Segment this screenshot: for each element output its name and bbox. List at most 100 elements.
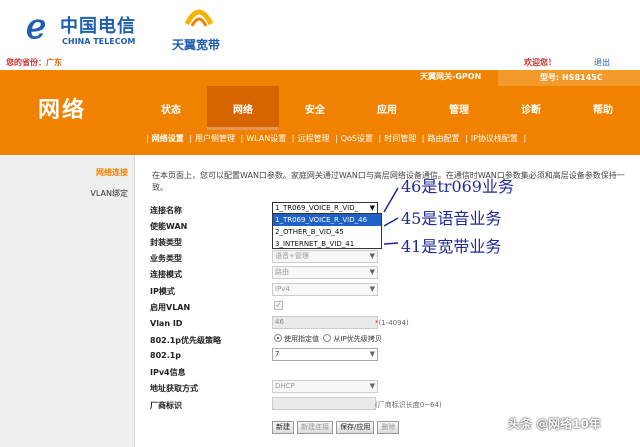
vlan-id-label: Vlan ID xyxy=(150,319,183,328)
connection-name-dropdown: 1_TR069_VOICE_R_VID_46 2_OTHER_B_VID_45 … xyxy=(272,213,382,249)
province-label: 您的省份： xyxy=(6,58,46,67)
subnav-separator: | xyxy=(146,134,149,143)
row-ipv4-info: IPv4信息 xyxy=(150,364,390,380)
new-button[interactable]: 新建 xyxy=(272,421,294,434)
sidebar-item-network-connection[interactable]: 网络连接 xyxy=(96,167,128,178)
row-8021p: 802.1p 7 ▼ xyxy=(150,348,390,364)
section-title: 网络 xyxy=(38,98,87,123)
row-service-type: 业务类型 语音+管理 ▼ xyxy=(150,250,390,266)
subnav-wlan[interactable]: WLAN设置 xyxy=(246,133,286,144)
vlan-id-hint: *(1-4094) xyxy=(375,319,409,327)
priority-policy-radios: 使用指定值 从IP优先级拷贝 xyxy=(274,334,382,344)
subnav-qos[interactable]: QoS设置 xyxy=(341,133,373,144)
delete-button[interactable]: 删除 xyxy=(377,421,400,434)
row-vlan-id: Vlan ID 46 xyxy=(150,316,390,332)
vendor-id-input[interactable] xyxy=(272,397,376,410)
radio-use-specified[interactable] xyxy=(274,334,282,342)
radio-copy-from-ip-label: 从IP优先级拷贝 xyxy=(333,335,382,343)
vendor-id-hint: (厂商标识长度0~64) xyxy=(375,401,442,409)
subnav-separator: | xyxy=(240,134,244,143)
dot1p-label: 802.1p xyxy=(150,351,182,360)
ip-mode-select[interactable]: IPv4 ▼ xyxy=(272,283,378,296)
radio-use-specified-label: 使用指定值 xyxy=(284,335,319,343)
chevron-down-icon: ▼ xyxy=(369,252,375,260)
tab-diagnosis[interactable]: 诊断 xyxy=(495,86,567,130)
tianyi-logo: 天翼宽带 xyxy=(170,6,230,52)
brand-en: CHINA TELECOM xyxy=(62,37,136,46)
vlan-id-input[interactable]: 46 xyxy=(272,316,378,329)
section-banner: 网络 xyxy=(0,70,135,155)
welcome-text: 欢迎您！ xyxy=(524,58,556,67)
encapsulation-label: 封装类型 xyxy=(150,238,182,247)
subnav-route[interactable]: 路由配置 xyxy=(428,133,460,144)
vlan-id-value: 46 xyxy=(275,318,284,326)
dot1p-select[interactable]: 7 ▼ xyxy=(272,348,378,361)
connection-mode-label: 连接模式 xyxy=(150,270,182,279)
tab-management[interactable]: 管理 xyxy=(423,86,495,130)
row-vendor-id: 厂商标识 xyxy=(150,397,390,413)
action-buttons: 新建 新建连接 保存/应用 删除 xyxy=(272,421,402,435)
tab-network[interactable]: 网络 xyxy=(207,86,279,130)
subnav-remote[interactable]: 远程管理 xyxy=(297,133,329,144)
model-label: 型号: HS8145C xyxy=(540,73,603,82)
ip-mode-value: IPv4 xyxy=(275,285,290,293)
enable-wan-label: 使能WAN xyxy=(150,222,188,231)
province-value: 广东 xyxy=(46,58,62,67)
subnav-separator: | xyxy=(465,134,468,143)
subnav-network-settings[interactable]: 网络设置 xyxy=(152,133,184,144)
province-info: 您的省份：广东 xyxy=(6,57,62,68)
ip-mode-label: IP模式 xyxy=(150,287,175,296)
subnav-separator: | xyxy=(335,134,338,143)
subnav-separator: | xyxy=(523,134,527,143)
connection-name-value: 1_TR069_VOICE_R_VID_ xyxy=(275,204,359,212)
tab-help[interactable]: 帮助 xyxy=(567,86,639,130)
subnav-ip-stack[interactable]: IP协议栈配置 xyxy=(471,133,518,144)
connection-mode-value: 路由 xyxy=(275,268,289,276)
dot1p-value: 7 xyxy=(275,350,280,358)
service-type-select[interactable]: 语音+管理 ▼ xyxy=(272,250,378,263)
address-mode-value: DHCP xyxy=(275,382,295,390)
chevron-down-icon: ▼ xyxy=(369,350,375,358)
tianyi-sun-icon xyxy=(184,9,214,27)
priority-policy-label: 802.1p优先级策略 xyxy=(150,336,222,345)
vlan-enable-checkbox[interactable]: ✓ xyxy=(274,301,283,310)
watermark: 头条 @网络10年 xyxy=(508,417,601,431)
page-intro: 在本页面上，您可以配置WAN口参数。家庭网关通过WAN口与高层网络设备通信。在通… xyxy=(152,171,625,192)
logout-link[interactable]: 退出 xyxy=(594,57,610,68)
tab-application[interactable]: 应用 xyxy=(351,86,423,130)
china-telecom-logo: ℯ 中国电信 CHINA TELECOM xyxy=(26,8,146,52)
main-tabs: 状态 网络 安全 应用 管理 诊断 帮助 xyxy=(135,86,640,130)
vlan-id-range: (1-4094) xyxy=(378,319,409,327)
annotation-vid41: 41是宽带业务 xyxy=(401,237,502,256)
annotation-vid46: 46是tr069业务 xyxy=(401,177,514,196)
vendor-id-label: 厂商标识 xyxy=(150,401,182,410)
subnav-separator: | xyxy=(189,134,192,143)
tab-security[interactable]: 安全 xyxy=(279,86,351,130)
address-mode-select[interactable]: DHCP ▼ xyxy=(272,380,378,393)
chevron-down-icon: ▼ xyxy=(369,268,375,276)
subnav-user-side[interactable]: 用户侧管理 xyxy=(195,133,235,144)
sidebar-item-vlan-binding[interactable]: VLAN绑定 xyxy=(90,188,128,199)
brand2: 天翼宽带 xyxy=(172,38,221,52)
connection-mode-select[interactable]: 路由 ▼ xyxy=(272,266,378,279)
address-mode-label: 地址获取方式 xyxy=(150,384,198,393)
dropdown-option-vid45[interactable]: 2_OTHER_B_VID_45 xyxy=(273,226,381,238)
dropdown-option-vid46[interactable]: 1_TR069_VOICE_R_VID_46 xyxy=(273,214,381,226)
sub-navigation: | 网络设置 | 用户侧管理 | WLAN设置 | 远程管理 | QoS设置 | 时间管理 … xyxy=(135,130,640,155)
subnav-separator: | xyxy=(421,134,425,143)
connection-name-label: 连接名称 xyxy=(150,206,182,215)
row-ip-mode: IP模式 IPv4 ▼ xyxy=(150,283,390,299)
row-connection-mode: 连接模式 路由 ▼ xyxy=(150,266,390,282)
chevron-down-icon: ▼ xyxy=(369,285,375,293)
new-connection-button[interactable]: 新建连接 xyxy=(297,421,333,434)
subnav-separator: | xyxy=(291,134,295,143)
save-apply-button[interactable]: 保存/应用 xyxy=(336,421,375,434)
annotation-vid45: 45是语音业务 xyxy=(401,209,502,228)
radio-copy-from-ip[interactable] xyxy=(323,334,332,342)
chevron-down-icon: ▼ xyxy=(369,382,375,390)
row-vlan-enable: 启用VLAN ✓ xyxy=(150,299,390,315)
tab-status[interactable]: 状态 xyxy=(135,86,207,130)
dropdown-option-vid41[interactable]: 3_INTERNET_B_VID_41 xyxy=(273,238,381,250)
subnav-time[interactable]: 时间管理 xyxy=(384,133,416,144)
vlan-enable-label: 启用VLAN xyxy=(150,303,191,312)
